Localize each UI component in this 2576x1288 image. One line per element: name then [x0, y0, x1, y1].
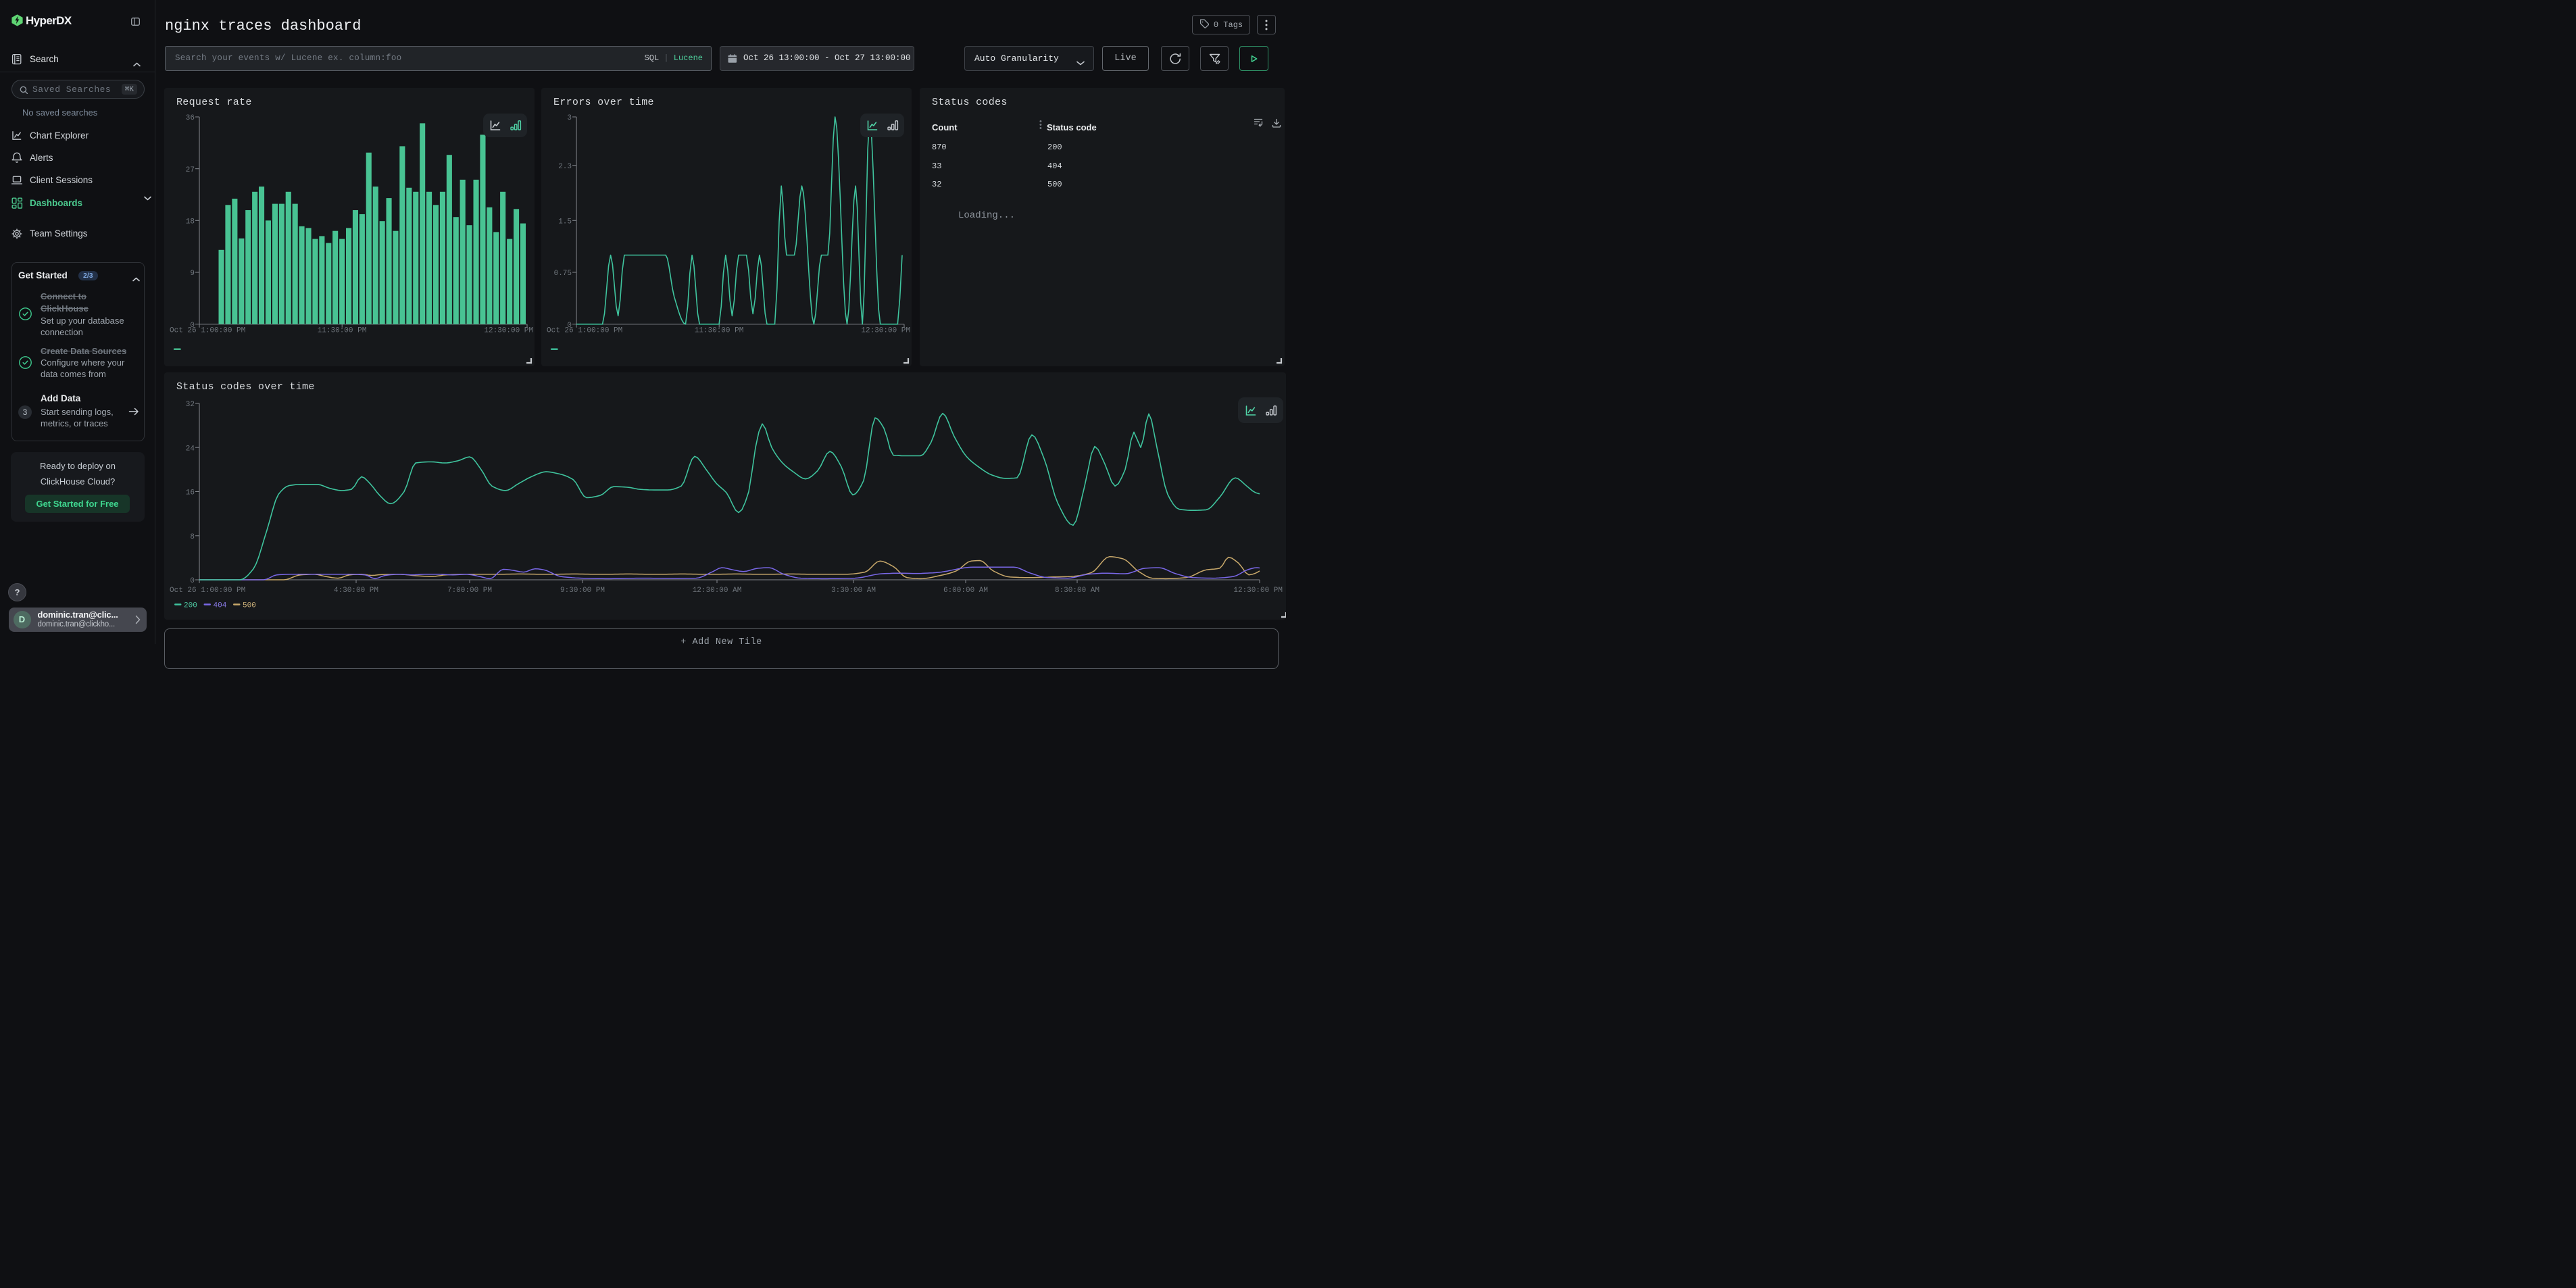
- svg-text:9: 9: [190, 270, 195, 278]
- svg-text:9:30:00 PM: 9:30:00 PM: [560, 587, 605, 595]
- svg-text:12:30:00 PM: 12:30:00 PM: [861, 327, 910, 335]
- svg-text:32: 32: [186, 401, 195, 409]
- svg-text:11:30:00 PM: 11:30:00 PM: [695, 327, 744, 335]
- svg-text:12:30:00 PM: 12:30:00 PM: [1233, 587, 1283, 595]
- svg-text:8:30:00 AM: 8:30:00 AM: [1055, 587, 1099, 595]
- svg-text:12:30:00 PM: 12:30:00 PM: [484, 327, 533, 335]
- svg-text:8: 8: [190, 533, 195, 541]
- svg-text:1.5: 1.5: [558, 218, 572, 226]
- svg-text:6:00:00 AM: 6:00:00 AM: [943, 587, 988, 595]
- svg-text:24: 24: [186, 445, 195, 453]
- svg-text:0: 0: [190, 577, 195, 585]
- svg-text:500: 500: [243, 602, 256, 610]
- svg-text:7:00:00 PM: 7:00:00 PM: [447, 587, 492, 595]
- svg-text:4:30:00 PM: 4:30:00 PM: [334, 587, 378, 595]
- svg-text:16: 16: [186, 489, 195, 497]
- svg-text:Oct 26 1:00:00 PM: Oct 26 1:00:00 PM: [547, 327, 622, 335]
- svg-text:200: 200: [184, 602, 197, 610]
- svg-text:12:30:00 AM: 12:30:00 AM: [693, 587, 742, 595]
- svg-text:11:30:00 PM: 11:30:00 PM: [318, 327, 367, 335]
- svg-text:18: 18: [186, 218, 195, 226]
- svg-text:3:30:00 AM: 3:30:00 AM: [831, 587, 876, 595]
- svg-text:36: 36: [186, 114, 195, 122]
- svg-text:3: 3: [567, 114, 572, 122]
- svg-text:27: 27: [186, 166, 195, 174]
- svg-text:2.3: 2.3: [558, 163, 572, 171]
- svg-text:Oct 26 1:00:00 PM: Oct 26 1:00:00 PM: [170, 327, 245, 335]
- svg-text:0.75: 0.75: [554, 270, 572, 278]
- svg-text:404: 404: [214, 602, 227, 610]
- svg-text:Oct 26 1:00:00 PM: Oct 26 1:00:00 PM: [170, 587, 245, 595]
